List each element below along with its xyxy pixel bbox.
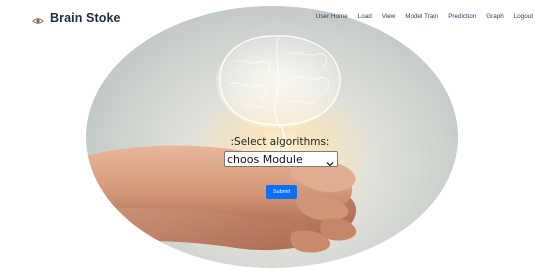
algorithm-form: :Select algorithms: choos Module Submit — [0, 0, 535, 266]
navbar: Brain Stoke User Home Load View Model Tr… — [0, 0, 535, 36]
nav-logout[interactable]: Logout — [514, 13, 533, 20]
nav-links: User Home Load View Model Train Predicti… — [306, 13, 533, 20]
eye-icon — [32, 12, 44, 24]
module-select[interactable]: choos Module — [224, 151, 338, 167]
select-algorithms-label: :Select algorithms: — [230, 136, 330, 148]
module-select-value: choos Module — [227, 152, 303, 166]
brand[interactable]: Brain Stoke — [32, 10, 121, 26]
nav-load[interactable]: Load — [358, 13, 372, 20]
nav-model-train[interactable]: Model Train — [405, 13, 438, 20]
chevron-down-icon — [325, 154, 335, 167]
nav-view[interactable]: View — [382, 13, 396, 20]
submit-button[interactable]: Submit — [266, 185, 297, 199]
nav-user-home[interactable]: User Home — [316, 13, 348, 20]
nav-graph[interactable]: Graph — [486, 13, 504, 20]
brand-name: Brain Stoke — [50, 11, 121, 25]
nav-prediction[interactable]: Prediction — [448, 13, 476, 20]
